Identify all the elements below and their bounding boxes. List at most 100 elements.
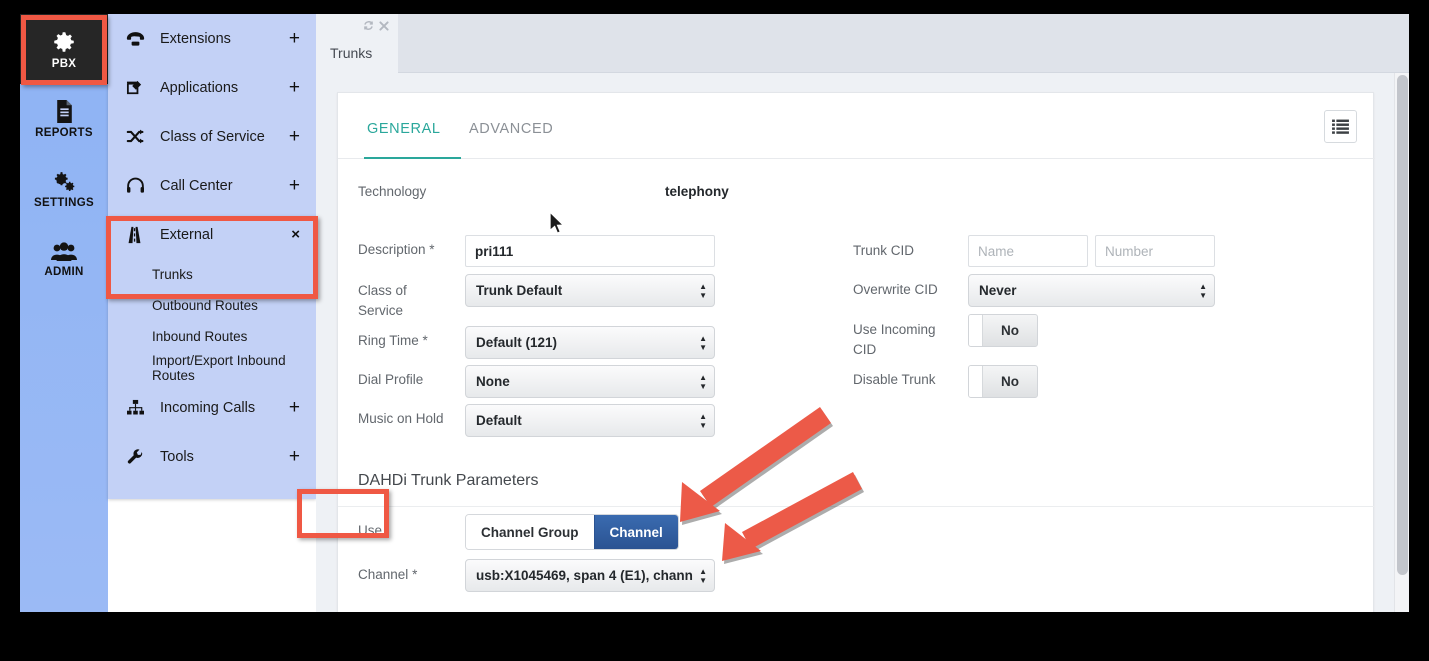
close-icon[interactable] (379, 20, 389, 33)
headset-icon (126, 177, 160, 194)
edit-square-icon (126, 79, 160, 96)
submenu-item-import-export-inbound-routes[interactable]: Import/Export Inbound Routes (108, 352, 316, 383)
description-label: Description * (358, 242, 478, 257)
rail-label-pbx: PBX (51, 57, 77, 70)
workspace-tab-actions (363, 20, 389, 33)
rail-item-reports[interactable]: REPORTS (20, 84, 108, 154)
menu-item-class-of-service[interactable]: Class of Service + (108, 112, 316, 161)
cos-label-line1: Class of (358, 283, 407, 298)
required-marker: * (429, 242, 435, 257)
menu-item-incoming-calls[interactable]: Incoming Calls + (108, 383, 316, 432)
music-on-hold-label: Music on Hold (358, 411, 444, 426)
disable-trunk-label: Disable Trunk (853, 372, 936, 387)
segment-channel-group[interactable]: Channel Group (466, 515, 594, 549)
workspace-tabbar: Trunks (316, 14, 1409, 73)
document-icon (53, 99, 76, 124)
submenu-label-trunks: Trunks (152, 267, 193, 282)
required-marker: * (422, 333, 428, 348)
channel-select[interactable]: usb:X1045469, span 4 (E1), chann ▲ ▼ (465, 559, 715, 592)
chevron-updown-icon: ▲ ▼ (699, 566, 707, 585)
tab-general[interactable]: GENERAL (367, 121, 441, 137)
scrollbar-thumb[interactable] (1397, 75, 1408, 575)
ring-time-label-text: Ring Time (358, 333, 419, 348)
trunk-cid-number-input[interactable] (1095, 235, 1215, 267)
road-icon (126, 226, 160, 244)
disable-trunk-toggle[interactable]: No (968, 365, 1038, 398)
toggle-knob (969, 315, 983, 346)
menu-item-call-center[interactable]: Call Center + (108, 161, 316, 210)
technology-label: Technology (358, 184, 427, 199)
class-of-service-select[interactable]: Trunk Default ▲ ▼ (465, 274, 715, 307)
channel-label: Channel * (358, 567, 478, 582)
submenu-item-outbound-routes[interactable]: Outbound Routes (108, 290, 316, 321)
list-icon[interactable] (1324, 110, 1357, 143)
wrench-icon (126, 448, 160, 466)
disable-trunk-value: No (1001, 374, 1019, 389)
chevron-updown-icon: ▲ ▼ (1199, 281, 1207, 300)
refresh-icon[interactable] (363, 20, 374, 33)
users-icon (50, 241, 78, 263)
trunk-cid-name-input[interactable] (968, 235, 1088, 267)
use-incoming-cid-label: Use Incoming CID (853, 320, 963, 360)
rail-item-admin[interactable]: ADMIN (20, 224, 108, 294)
submenu-label-inbound-routes: Inbound Routes (152, 329, 248, 344)
expand-plus-icon[interactable]: + (289, 398, 300, 417)
tab-advanced[interactable]: ADVANCED (469, 121, 553, 137)
chevron-updown-icon: ▲ ▼ (699, 372, 707, 391)
expand-plus-icon[interactable]: + (289, 447, 300, 466)
form-tablist: GENERAL ADVANCED (338, 93, 1375, 159)
gear-icon (51, 29, 77, 55)
description-label-text: Description (358, 242, 426, 257)
collapse-close-icon[interactable]: × (291, 227, 300, 242)
expand-plus-icon[interactable]: + (289, 127, 300, 146)
class-of-service-value: Trunk Default (476, 283, 563, 298)
gears-icon (51, 170, 77, 194)
use-incoming-cid-value: No (1001, 323, 1019, 338)
app-viewport: PBX REPORTS SETTINGS ADMIN Extensions + … (20, 14, 1409, 612)
submenu-label-import-export: Import/Export Inbound Routes (152, 352, 286, 383)
description-input[interactable] (465, 235, 715, 267)
class-of-service-label: Class of Service (358, 281, 478, 321)
secondary-nav-panel: Extensions + Applications + Class of Ser… (108, 14, 316, 499)
toggle-knob (969, 366, 983, 397)
menu-item-extensions[interactable]: Extensions + (108, 14, 316, 63)
use-incoming-cid-line1: Use Incoming (853, 322, 936, 337)
segment-channel[interactable]: Channel (593, 515, 678, 549)
rail-label-admin: ADMIN (44, 265, 84, 278)
use-incoming-cid-toggle[interactable]: No (968, 314, 1038, 347)
music-on-hold-select[interactable]: Default ▲ ▼ (465, 404, 715, 437)
overwrite-cid-select[interactable]: Never ▲ ▼ (968, 274, 1215, 307)
workspace-tab-label: Trunks (330, 45, 373, 61)
expand-plus-icon[interactable]: + (289, 29, 300, 48)
menu-item-tools[interactable]: Tools + (108, 432, 316, 481)
dial-profile-value: None (476, 374, 510, 389)
ring-time-label: Ring Time * (358, 333, 478, 348)
menu-label-external: External (160, 226, 214, 243)
required-marker: * (412, 567, 418, 582)
expand-plus-icon[interactable]: + (289, 176, 300, 195)
rail-item-pbx[interactable]: PBX (20, 14, 108, 84)
submenu-item-trunks[interactable]: Trunks (108, 259, 316, 290)
primary-nav-rail: PBX REPORTS SETTINGS ADMIN (20, 14, 108, 612)
ring-time-value: Default (121) (476, 335, 558, 350)
chevron-updown-icon: ▲ ▼ (699, 411, 707, 430)
chevron-updown-icon: ▲ ▼ (699, 333, 707, 352)
menu-label-tools: Tools (160, 448, 194, 465)
vertical-scrollbar[interactable] (1394, 73, 1409, 612)
chevron-updown-icon: ▲ ▼ (699, 281, 707, 300)
submenu-item-inbound-routes[interactable]: Inbound Routes (108, 321, 316, 352)
dial-profile-select[interactable]: None ▲ ▼ (465, 365, 715, 398)
technology-value: telephony (665, 184, 729, 199)
menu-label-extensions: Extensions (160, 30, 231, 47)
menu-item-external[interactable]: External × (108, 210, 316, 259)
music-on-hold-value: Default (476, 413, 522, 428)
expand-plus-icon[interactable]: + (289, 78, 300, 97)
dahdi-section-title: DAHDi Trunk Parameters (358, 472, 539, 489)
rail-item-settings[interactable]: SETTINGS (20, 154, 108, 224)
trunk-form-card: GENERAL ADVANCED Technology telephony De… (337, 92, 1375, 612)
menu-item-applications[interactable]: Applications + (108, 63, 316, 112)
rail-label-reports: REPORTS (35, 127, 93, 139)
ring-time-select[interactable]: Default (121) ▲ ▼ (465, 326, 715, 359)
workspace-tab-trunks[interactable]: Trunks (316, 14, 398, 73)
submenu-label-outbound-routes: Outbound Routes (152, 298, 258, 313)
